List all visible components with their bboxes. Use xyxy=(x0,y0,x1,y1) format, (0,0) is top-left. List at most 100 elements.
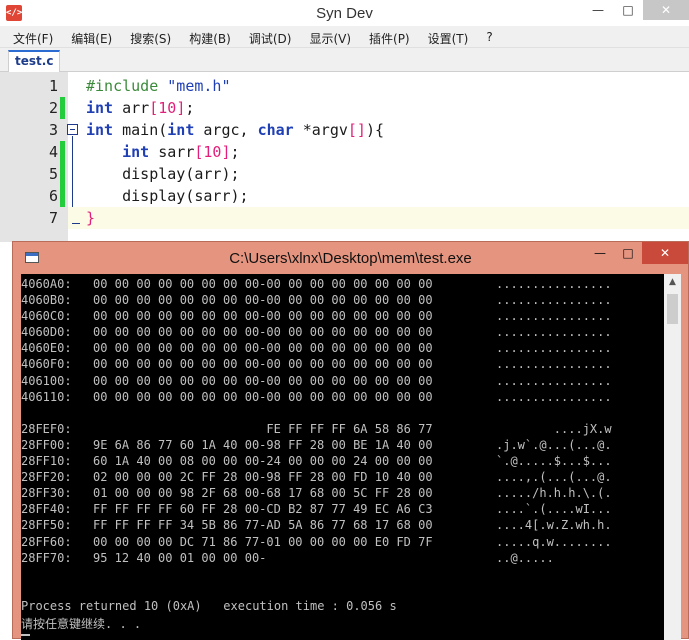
keyword-token: int xyxy=(86,121,114,139)
minimize-button[interactable]: — xyxy=(583,0,613,20)
dump-hex-bytes: FE FF FF FF 6A 58 86 77 xyxy=(93,421,433,436)
console-close-button[interactable]: ✕ xyxy=(642,242,688,264)
dump-row: 406100: 00 00 00 00 00 00 00 00-00 00 00 … xyxy=(21,373,612,389)
scroll-thumb[interactable] xyxy=(667,294,678,324)
menu-bar: 文件(F) 编辑(E) 搜索(S) 构建(B) 调试(D) 显示(V) 插件(P… xyxy=(0,26,689,48)
bracket-token: [ xyxy=(149,99,159,117)
console-scrollbar[interactable]: ▲ xyxy=(664,274,681,640)
dump-row: 4060C0: 00 00 00 00 00 00 00 00-00 00 00 … xyxy=(21,308,612,324)
dump-ascii: ................ xyxy=(496,325,612,340)
code-text: int main(int argc, char *argv[]){ xyxy=(86,119,384,141)
menu-settings[interactable]: 设置(T) xyxy=(419,26,478,47)
press-any-key-prompt: 请按任意键继续. . . xyxy=(21,617,142,631)
scroll-up-arrow-icon[interactable]: ▲ xyxy=(664,274,681,291)
dump-ascii: ................ xyxy=(496,293,612,308)
dump-ascii: ................ xyxy=(496,389,612,404)
menu-search[interactable]: 搜索(S) xyxy=(121,26,180,47)
keyword-token: int xyxy=(167,121,195,139)
dump-ascii: ................ xyxy=(496,309,612,324)
dump-address: 28FF30: xyxy=(21,486,72,501)
tab-test-c[interactable]: test.c xyxy=(8,50,61,72)
keyword-token: int xyxy=(122,143,150,161)
menu-build[interactable]: 构建(B) xyxy=(180,26,240,47)
change-marker xyxy=(60,185,65,207)
dump-ascii: ..@..... xyxy=(496,550,554,565)
console-output[interactable]: 4060A0: 00 00 00 00 00 00 00 00-00 00 00 … xyxy=(21,274,664,640)
dump-address: 406110: xyxy=(21,389,72,404)
menu-help[interactable]: ? xyxy=(477,26,501,47)
close-button[interactable]: ✕ xyxy=(643,0,689,20)
code-text: display(arr); xyxy=(86,165,240,183)
code-line-6: 6 display(sarr); xyxy=(0,185,689,207)
menu-debug[interactable]: 调试(D) xyxy=(240,26,301,47)
change-marker xyxy=(60,163,65,185)
dump-row: 28FF40: FF FF FF FF 60 FF 28 00-CD B2 87 … xyxy=(21,501,612,517)
dump-address: 28FF00: xyxy=(21,437,72,452)
dump-gap xyxy=(21,405,612,421)
code-text: } xyxy=(86,209,96,227)
menu-edit[interactable]: 编辑(E) xyxy=(62,26,121,47)
title-bar: </> Syn Dev — □ ✕ xyxy=(0,0,689,26)
code-line-1: 1 #include "mem.h" xyxy=(0,75,689,97)
console-maximize-button[interactable]: □ xyxy=(614,242,642,264)
dump-hex-bytes: 00 00 00 00 00 00 00 00-00 00 00 00 00 0… xyxy=(93,373,433,388)
dump-address: 28FF60: xyxy=(21,534,72,549)
dump-address: 4060E0: xyxy=(21,341,72,356)
dump-hex-bytes: 00 00 00 00 00 00 00 00-00 00 00 00 00 0… xyxy=(93,357,433,372)
dump-ascii: `.@.....$...$... xyxy=(496,454,612,469)
window-controls: — □ ✕ xyxy=(583,0,689,20)
dump-ascii: ................ xyxy=(496,341,612,356)
dump-address: 4060F0: xyxy=(21,357,72,372)
code-line-5: 5 display(arr); xyxy=(0,163,689,185)
line-number: 3 xyxy=(48,121,58,139)
dump-hex-bytes: 00 00 00 00 00 00 00 00-00 00 00 00 00 0… xyxy=(93,389,433,404)
dump-row: 28FF10: 60 1A 40 00 08 00 00 00-24 00 00 … xyxy=(21,453,612,469)
code-text: int arr[10]; xyxy=(86,97,194,119)
dump-address: 4060C0: xyxy=(21,309,72,324)
code-editor[interactable]: 1 #include "mem.h" 2 int arr[10]; 3 int … xyxy=(0,72,689,242)
line-number: 1 xyxy=(48,77,58,95)
dump-row: 4060D0: 00 00 00 00 00 00 00 00-00 00 00 … xyxy=(21,324,612,340)
dump-address: 28FF20: xyxy=(21,470,72,485)
dump-ascii: ....,.(...(...@. xyxy=(496,470,612,485)
line-number: 2 xyxy=(48,99,58,117)
fold-collapse-icon[interactable] xyxy=(67,124,78,135)
menu-plugins[interactable]: 插件(P) xyxy=(360,26,419,47)
bracket-token: ] xyxy=(176,99,186,117)
code-line-4: 4 int sarr[10]; xyxy=(0,141,689,163)
text-cursor xyxy=(21,634,30,636)
code-text: display(sarr); xyxy=(86,187,249,205)
keyword-token: char xyxy=(257,121,294,139)
keyword-token: int xyxy=(86,99,114,117)
dump-row: 4060F0: 00 00 00 00 00 00 00 00-00 00 00 … xyxy=(21,356,612,372)
string-token: "mem.h" xyxy=(167,77,231,95)
dump-hex-bytes: 00 00 00 00 DC 71 86 77-01 00 00 00 00 E… xyxy=(93,534,433,549)
dump-ascii: ....4[.w.Z.wh.h. xyxy=(496,518,612,533)
dump-ascii: ................ xyxy=(496,277,612,291)
dump-address: 4060B0: xyxy=(21,293,72,308)
console-minimize-button[interactable]: — xyxy=(586,242,614,264)
dump-hex-bytes: 00 00 00 00 00 00 00 00-00 00 00 00 00 0… xyxy=(93,309,433,324)
code-token: argc, xyxy=(194,121,258,139)
process-status: Process returned 10 (0xA) execution time… xyxy=(21,599,397,613)
dump-address: 28FF50: xyxy=(21,518,72,533)
console-window: C:\Users\xlnx\Desktop\mem\test.exe — □ ✕… xyxy=(12,241,689,640)
dump-hex-bytes: 01 00 00 00 98 2F 68 00-68 17 68 00 5C F… xyxy=(93,486,433,501)
line-number: 7 xyxy=(48,209,58,227)
menu-file[interactable]: 文件(F) xyxy=(4,26,62,47)
tab-bar: test.c xyxy=(0,48,689,72)
dump-address: 28FF70: xyxy=(21,550,72,565)
code-token: *argv xyxy=(293,121,348,139)
dump-row: 4060A0: 00 00 00 00 00 00 00 00-00 00 00 … xyxy=(21,276,612,292)
dump-hex-bytes: 00 00 00 00 00 00 00 00-00 00 00 00 00 0… xyxy=(93,293,433,308)
dump-ascii: .j.w`.@...(...@. xyxy=(496,437,612,452)
menu-view[interactable]: 显示(V) xyxy=(300,26,360,47)
dump-hex-bytes: 9E 6A 86 77 60 1A 40 00-98 FF 28 00 BE 1… xyxy=(93,437,433,452)
dump-address: 406100: xyxy=(21,373,72,388)
code-line-7: 7 } xyxy=(0,207,689,229)
code-token: sarr xyxy=(149,143,195,161)
dump-row: 28FF70: 95 12 40 00 01 00 00 00- ..@..... xyxy=(21,550,612,566)
dump-row: 28FF30: 01 00 00 00 98 2F 68 00-68 17 68 … xyxy=(21,485,612,501)
maximize-button[interactable]: □ xyxy=(613,0,643,20)
